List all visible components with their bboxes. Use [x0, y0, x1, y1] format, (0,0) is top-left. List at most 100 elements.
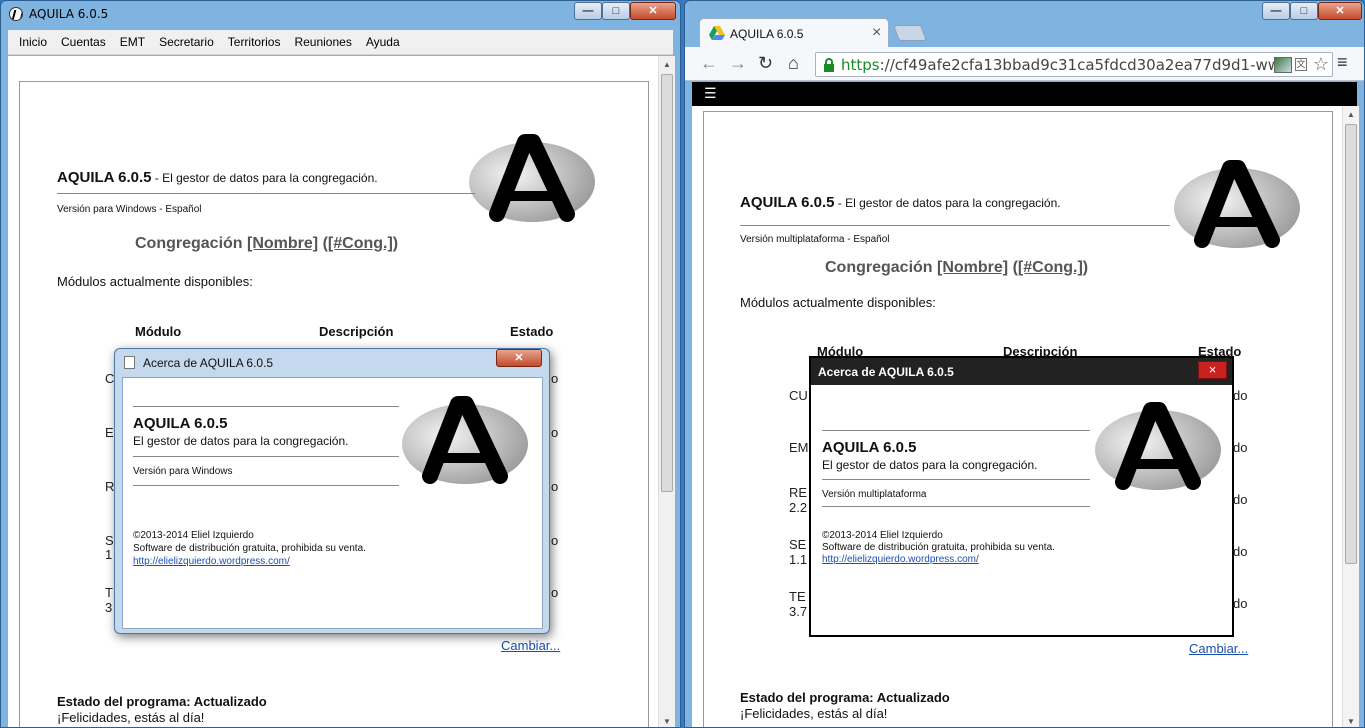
right-page-heading: AQUILA 6.0.5 - El gestor de datos para l…	[740, 194, 1061, 211]
left-dialog-version: Versión para Windows	[133, 466, 233, 477]
scroll-up-icon[interactable]: ▲	[1343, 106, 1359, 122]
right-dialog-license: Software de distribución gratuita, prohi…	[822, 542, 1055, 553]
menu-inicio[interactable]: Inicio	[12, 35, 54, 49]
left-heading-divider	[57, 193, 475, 194]
left-congregation-heading: Congregación [Nombre] ([#Cong.])	[135, 235, 398, 253]
right-row-2-module: EM	[789, 440, 809, 455]
address-bar[interactable]: https://cf49afe2cfa13bbad9c31ca5fdcd30a2…	[815, 52, 1333, 77]
browser-tab-strip[interactable]: AQUILA 6.0.5 × — □ ✕	[685, 1, 1364, 48]
left-col-description: Descripción	[319, 324, 394, 339]
minimize-button[interactable]: —	[1262, 2, 1290, 20]
close-icon: ✕	[648, 4, 658, 17]
dialog-divider-bottom	[133, 485, 399, 486]
menu-secretario[interactable]: Secretario	[152, 35, 221, 49]
left-congrats-text: ¡Felicidades, estás al día!	[57, 710, 205, 725]
right-change-link[interactable]: Cambiar...	[1189, 641, 1248, 656]
url-scheme: https	[841, 56, 880, 74]
cong-name-link[interactable]: [Nombre]	[937, 259, 1008, 276]
forward-icon[interactable]: →	[729, 54, 747, 72]
home-icon[interactable]: ⌂	[788, 54, 799, 72]
scroll-down-icon[interactable]: ▼	[659, 713, 675, 727]
left-window-title: AQUILA 6.0.5	[29, 7, 109, 21]
right-heading-divider	[740, 225, 1170, 226]
left-dialog-close-button[interactable]: ✕	[496, 349, 542, 367]
right-dialog-close-button[interactable]: ×	[1198, 361, 1227, 379]
menu-ayuda[interactable]: Ayuda	[359, 35, 407, 49]
lock-icon	[824, 58, 834, 72]
left-dialog-icon	[124, 356, 135, 369]
dialog-divider-top	[822, 430, 1090, 431]
minimize-icon: —	[1270, 4, 1282, 17]
right-dialog-url-link[interactable]: http://elielizquierdo.wordpress.com/	[822, 554, 979, 565]
reload-icon[interactable]: ↻	[758, 54, 773, 72]
close-icon: ✕	[514, 351, 524, 364]
left-app-window: AQUILA 6.0.5 — □ ✕ Inicio Cuentas EMT Se…	[0, 0, 681, 728]
cong-number-link[interactable]: [#Cong.]	[328, 235, 393, 252]
cong-mid: (	[1008, 259, 1018, 276]
back-icon[interactable]: ←	[700, 54, 718, 72]
aquila-logo-icon	[1174, 160, 1300, 248]
maximize-button[interactable]: □	[1290, 2, 1318, 20]
close-icon: ✕	[1335, 4, 1345, 17]
close-button[interactable]: ✕	[1318, 2, 1362, 20]
close-button[interactable]: ✕	[630, 2, 676, 20]
left-row-2-status: o	[551, 425, 559, 440]
cong-name-link[interactable]: [Nombre]	[247, 235, 318, 252]
right-row-5-version: 3.7	[789, 604, 808, 619]
left-col-module: Módulo	[135, 324, 182, 339]
dialog-divider-mid	[822, 479, 1090, 480]
left-vertical-scrollbar[interactable]: ▲ ▼	[658, 56, 675, 727]
right-row-2-status: do	[1233, 440, 1248, 455]
right-about-dialog: Acerca de AQUILA 6.0.5 × AQUILA 6.0.5 El…	[809, 356, 1234, 637]
page-nav-bar: ☰	[692, 82, 1357, 106]
scroll-down-icon[interactable]: ▼	[1343, 713, 1359, 727]
left-dialog-body: AQUILA 6.0.5 El gestor de datos para la …	[122, 377, 543, 629]
left-dialog-url-link[interactable]: http://elielizquierdo.wordpress.com/	[133, 556, 290, 567]
tab-title: AQUILA 6.0.5	[730, 27, 804, 41]
maximize-button[interactable]: □	[602, 2, 630, 20]
cong-prefix: Congregación	[135, 235, 248, 252]
left-change-link[interactable]: Cambiar...	[501, 638, 560, 653]
right-congregation-heading: Congregación [Nombre] ([#Cong.])	[825, 259, 1088, 277]
menu-reuniones[interactable]: Reuniones	[287, 35, 358, 49]
menu-cuentas[interactable]: Cuentas	[54, 35, 113, 49]
minimize-button[interactable]: —	[574, 2, 602, 20]
left-about-dialog: Acerca de AQUILA 6.0.5 ✕ AQUILA 6.0.5 El…	[114, 348, 550, 634]
star-icon[interactable]: ☆	[1313, 54, 1329, 75]
right-row-1-module: CU	[789, 388, 808, 403]
right-row-3-status: do	[1233, 492, 1248, 507]
left-row-3-module: R	[105, 479, 115, 494]
right-row-4-version: 1.1	[789, 552, 808, 567]
tab-close-icon[interactable]: ×	[872, 24, 881, 42]
menu-emt[interactable]: EMT	[113, 35, 152, 49]
translate-icon[interactable]: 文	[1295, 58, 1307, 71]
right-program-status: Estado del programa: Actualizado	[740, 690, 950, 705]
left-row-1-module: C	[105, 371, 115, 386]
left-titlebar[interactable]: AQUILA 6.0.5 — □ ✕	[1, 1, 680, 28]
right-row-1-status: do	[1233, 388, 1248, 403]
minimize-icon: —	[582, 4, 594, 17]
left-row-5-status: o	[551, 585, 559, 600]
menu-icon[interactable]: ☰	[704, 85, 717, 102]
browser-tab-active[interactable]: AQUILA 6.0.5 ×	[699, 18, 889, 48]
right-vertical-scrollbar[interactable]: ▲ ▼	[1342, 106, 1359, 727]
cong-number-link[interactable]: [#Cong.]	[1018, 259, 1083, 276]
chrome-menu-icon[interactable]: ≡	[1337, 52, 1348, 73]
new-tab-button[interactable]	[893, 25, 927, 41]
menu-territorios[interactable]: Territorios	[221, 35, 288, 49]
aquila-app-icon	[9, 7, 23, 21]
aquila-logo-icon	[469, 134, 595, 222]
right-modules-label: Módulos actualmente disponibles:	[740, 295, 936, 310]
scroll-thumb[interactable]	[1345, 124, 1357, 564]
right-tagline: - El gestor de datos para la congregació…	[834, 196, 1061, 210]
cong-prefix: Congregación	[825, 259, 938, 276]
right-app-name: AQUILA 6.0.5	[740, 194, 835, 211]
scroll-thumb[interactable]	[661, 74, 673, 492]
browser-toolbar: ← → ↻ ⌂ https://cf49afe2cfa13bbad9c31ca5…	[685, 47, 1364, 81]
right-row-3-module: RE	[789, 485, 808, 500]
right-row-3-version: 2.2	[789, 500, 808, 515]
url-text: https://cf49afe2cfa13bbad9c31ca5fdcd30a2…	[841, 56, 1292, 74]
scroll-up-icon[interactable]: ▲	[659, 56, 675, 72]
right-row-5-module: TE	[789, 589, 806, 604]
maximize-icon: □	[1300, 4, 1308, 17]
